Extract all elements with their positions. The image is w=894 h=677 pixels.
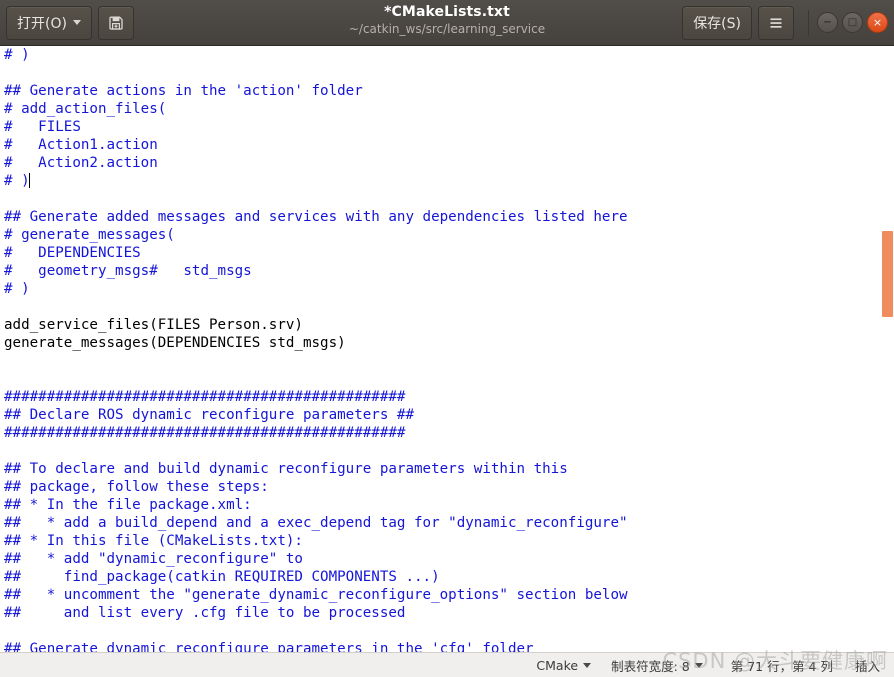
close-button[interactable]: × [867,12,888,33]
menu-button[interactable] [758,5,794,40]
cursor-position-label: 第 71 行，第 4 列 [730,658,833,674]
hamburger-menu-icon [768,15,784,31]
minimize-icon: − [823,16,832,28]
chevron-down-icon [583,662,592,668]
status-bar: CMake 制表符宽度: 8 第 71 行，第 4 列 插入 [0,652,894,677]
tab-width-selector[interactable]: 制表符宽度: 8 [601,656,713,675]
title-bar: 打开(O) *CMakeLists.txt ~/catkin_ws/src/le… [0,0,894,46]
language-selector[interactable]: CMake [526,658,601,673]
tab-width-label: 制表符宽度: 8 [611,658,690,674]
insert-mode: 插入 [845,656,894,675]
open-button[interactable]: 打开(O) [6,5,92,40]
chevron-down-icon [694,662,703,668]
cursor-position: 第 71 行，第 4 列 [713,656,845,675]
titlebar-left-actions: 打开(O) [6,5,134,40]
vertical-scrollbar-thumb[interactable] [882,231,893,317]
minimize-button[interactable]: − [817,12,838,33]
save-button[interactable]: 保存(S) [682,5,752,40]
language-label: CMake [536,657,579,673]
vertical-scrollbar[interactable] [880,46,894,652]
chevron-down-icon [72,20,81,25]
text-editor-window: 打开(O) *CMakeLists.txt ~/catkin_ws/src/le… [0,0,894,677]
window-controls: − □ × [808,9,888,36]
open-button-label: 打开(O) [17,15,67,32]
insert-mode-label: 插入 [854,658,880,674]
editor-area: # ) ## Generate actions in the 'action' … [0,46,894,652]
save-as-icon [108,15,124,31]
maximize-button[interactable]: □ [842,12,863,33]
code-editor[interactable]: # ) ## Generate actions in the 'action' … [0,46,878,652]
close-icon: × [872,16,883,29]
save-as-button[interactable] [97,5,134,40]
save-button-label: 保存(S) [693,15,741,32]
maximize-icon: □ [847,16,858,28]
code-content[interactable]: # ) ## Generate actions in the 'action' … [4,46,874,652]
titlebar-right-actions: 保存(S) − □ × [682,5,888,40]
